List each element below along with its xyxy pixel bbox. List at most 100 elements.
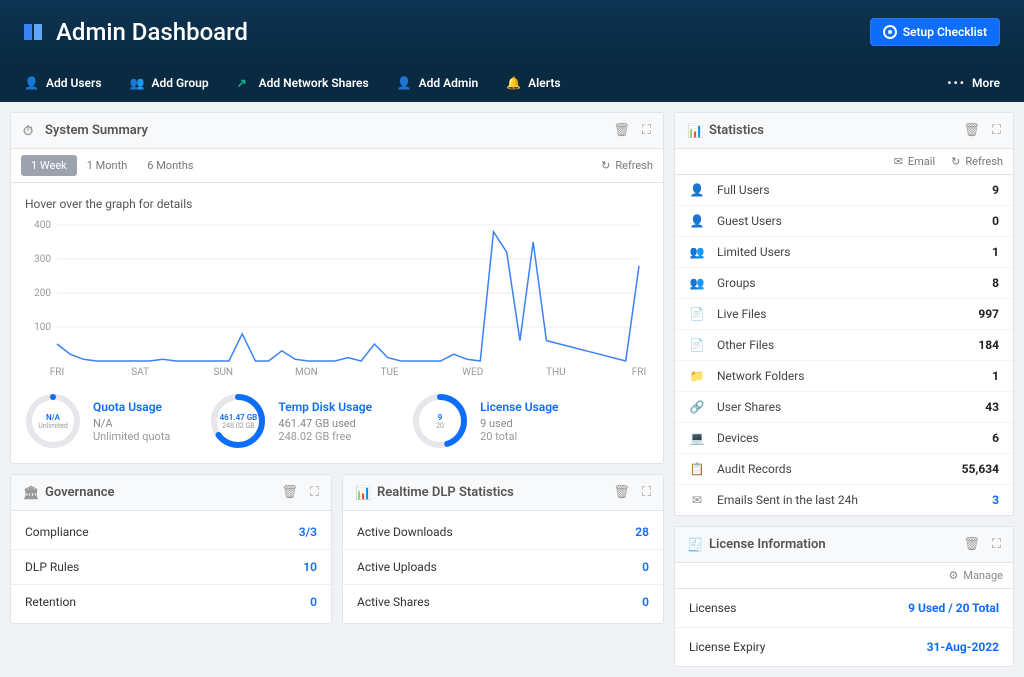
add-group-button[interactable]: 👥Add Group xyxy=(130,76,209,90)
governance-icon: 🏛 xyxy=(23,486,37,500)
stat-icon: 📋 xyxy=(689,462,705,476)
row-value: 0 xyxy=(642,560,649,574)
stat-label: Emails Sent in the last 24h xyxy=(717,493,980,507)
stat-row: 📋 Audit Records 55,634 xyxy=(675,453,1013,484)
stat-row: 📄 Live Files 997 xyxy=(675,298,1013,329)
stat-label: Guest Users xyxy=(717,214,980,228)
svg-text:WED: WED xyxy=(462,367,483,378)
stat-icon: 👥 xyxy=(689,276,705,290)
stat-label: Other Files xyxy=(717,338,966,352)
trash-icon[interactable]: 🗑 xyxy=(281,485,298,500)
license-value: 9 Used / 20 Total xyxy=(908,601,999,615)
license-label: Licenses xyxy=(689,601,736,615)
stat-value: 997 xyxy=(978,307,999,321)
stat-label: User Shares xyxy=(717,400,973,414)
row-value: 3/3 xyxy=(299,525,317,539)
row-value: 10 xyxy=(303,560,317,574)
expand-icon[interactable]: ⛶ xyxy=(642,485,651,500)
setup-checklist-button[interactable]: Setup Checklist xyxy=(870,18,1000,46)
email-button[interactable]: ✉Email xyxy=(894,155,935,168)
tab-1week[interactable]: 1 Week xyxy=(21,155,77,176)
stat-icon: 🔗 xyxy=(689,400,705,414)
logo-icon xyxy=(24,24,42,40)
stat-icon: 👤 xyxy=(689,183,705,197)
stat-value: 55,634 xyxy=(962,462,999,476)
stat-value: 6 xyxy=(992,431,999,445)
stat-icon: 📄 xyxy=(689,338,705,352)
svg-text:300: 300 xyxy=(34,254,51,265)
gear-icon: ⚙ xyxy=(948,569,958,582)
license-row: Licenses 9 Used / 20 Total xyxy=(675,589,1013,627)
stat-icon: 📁 xyxy=(689,369,705,383)
license-info-widget: 🧾License Information🗑⛶ ⚙Manage Licenses9… xyxy=(674,526,1014,667)
svg-text:SUN: SUN xyxy=(214,367,234,378)
expand-icon[interactable]: ⛶ xyxy=(310,485,319,500)
stat-icon: 📄 xyxy=(689,307,705,321)
row-value: 0 xyxy=(642,595,649,609)
stat-value: 1 xyxy=(992,369,999,383)
license-usage-gauge: 920 License Usage9 used20 total xyxy=(412,393,558,449)
stat-icon: 👤 xyxy=(689,214,705,228)
stat-row: 💻 Devices 6 xyxy=(675,422,1013,453)
stat-label: Full Users xyxy=(717,183,980,197)
add-network-shares-button[interactable]: ↗Add Network Shares xyxy=(237,76,369,90)
list-row: Retention 0 xyxy=(11,584,331,619)
stat-label: Live Files xyxy=(717,307,966,321)
trash-icon[interactable]: 🗑 xyxy=(963,537,980,552)
more-button[interactable]: •••More xyxy=(947,76,1000,90)
list-row: Active Uploads0 xyxy=(343,549,663,584)
bell-icon: 🔔 xyxy=(506,76,520,90)
tab-1month[interactable]: 1 Month xyxy=(77,155,138,176)
row-value: 0 xyxy=(310,595,317,609)
svg-text:400: 400 xyxy=(34,220,51,231)
add-users-button[interactable]: 👤Add Users xyxy=(24,76,102,90)
alerts-button[interactable]: 🔔Alerts xyxy=(506,76,560,90)
stat-row: 👥Limited Users1 xyxy=(675,236,1013,267)
stat-label: Audit Records xyxy=(717,462,950,476)
stats-icon: 📊 xyxy=(355,486,369,500)
svg-text:FRI: FRI xyxy=(632,367,646,378)
stat-label: Limited Users xyxy=(717,245,980,259)
tab-6months[interactable]: 6 Months xyxy=(137,155,203,176)
trash-icon[interactable]: 🗑 xyxy=(613,485,630,500)
toolbar: 👤Add Users 👥Add Group ↗Add Network Share… xyxy=(0,64,1024,102)
stat-value: 1 xyxy=(992,245,999,259)
license-value: 31-Aug-2022 xyxy=(927,640,999,654)
admin-icon: 👤 xyxy=(397,76,411,90)
trash-icon[interactable]: 🗑 xyxy=(963,123,980,138)
license-label: License Expiry xyxy=(689,640,765,654)
list-row: Active Shares 0 xyxy=(343,584,663,619)
header: Admin Dashboard Setup Checklist xyxy=(0,0,1024,64)
governance-widget: 🏛Governance🗑⛶ Compliance3/3DLP Rules10Re… xyxy=(10,474,332,624)
target-icon xyxy=(883,25,897,39)
stat-value: 9 xyxy=(992,183,999,197)
expand-icon[interactable]: ⛶ xyxy=(642,123,651,138)
stat-row: 📄 Other Files 184 xyxy=(675,329,1013,360)
stat-label: Devices xyxy=(717,431,980,445)
page-title: Admin Dashboard xyxy=(56,18,248,46)
license-icon: 🧾 xyxy=(687,538,701,552)
stat-icon: 💻 xyxy=(689,431,705,445)
manage-button[interactable]: ⚙Manage xyxy=(948,569,1003,582)
trash-icon[interactable]: 🗑 xyxy=(613,123,630,138)
stat-value: 184 xyxy=(978,338,999,352)
stat-value[interactable]: 3 xyxy=(992,493,999,507)
row-label: Active Shares xyxy=(357,595,430,609)
stat-label: Network Folders xyxy=(717,369,980,383)
stat-label: Groups xyxy=(717,276,980,290)
refresh-button[interactable]: ↻Refresh xyxy=(951,155,1003,168)
row-label: Retention xyxy=(25,595,76,609)
row-label: Active Downloads xyxy=(357,525,453,539)
stat-row: 📁 Network Folders 1 xyxy=(675,360,1013,391)
expand-icon[interactable]: ⛶ xyxy=(992,537,1001,552)
stat-value: 0 xyxy=(992,214,999,228)
activity-chart: 100200300400FRISATSUNMONTUEWEDTHUFRI xyxy=(25,219,649,379)
svg-text:SAT: SAT xyxy=(131,367,149,378)
stat-row: 👥Groups8 xyxy=(675,267,1013,298)
expand-icon[interactable]: ⛶ xyxy=(992,123,1001,138)
add-admin-button[interactable]: 👤Add Admin xyxy=(397,76,479,90)
envelope-icon: ✉ xyxy=(894,155,903,168)
stat-row: 👤 Guest Users 0 xyxy=(675,205,1013,236)
svg-text:TUE: TUE xyxy=(381,367,399,378)
refresh-button[interactable]: ↻Refresh xyxy=(601,159,653,172)
